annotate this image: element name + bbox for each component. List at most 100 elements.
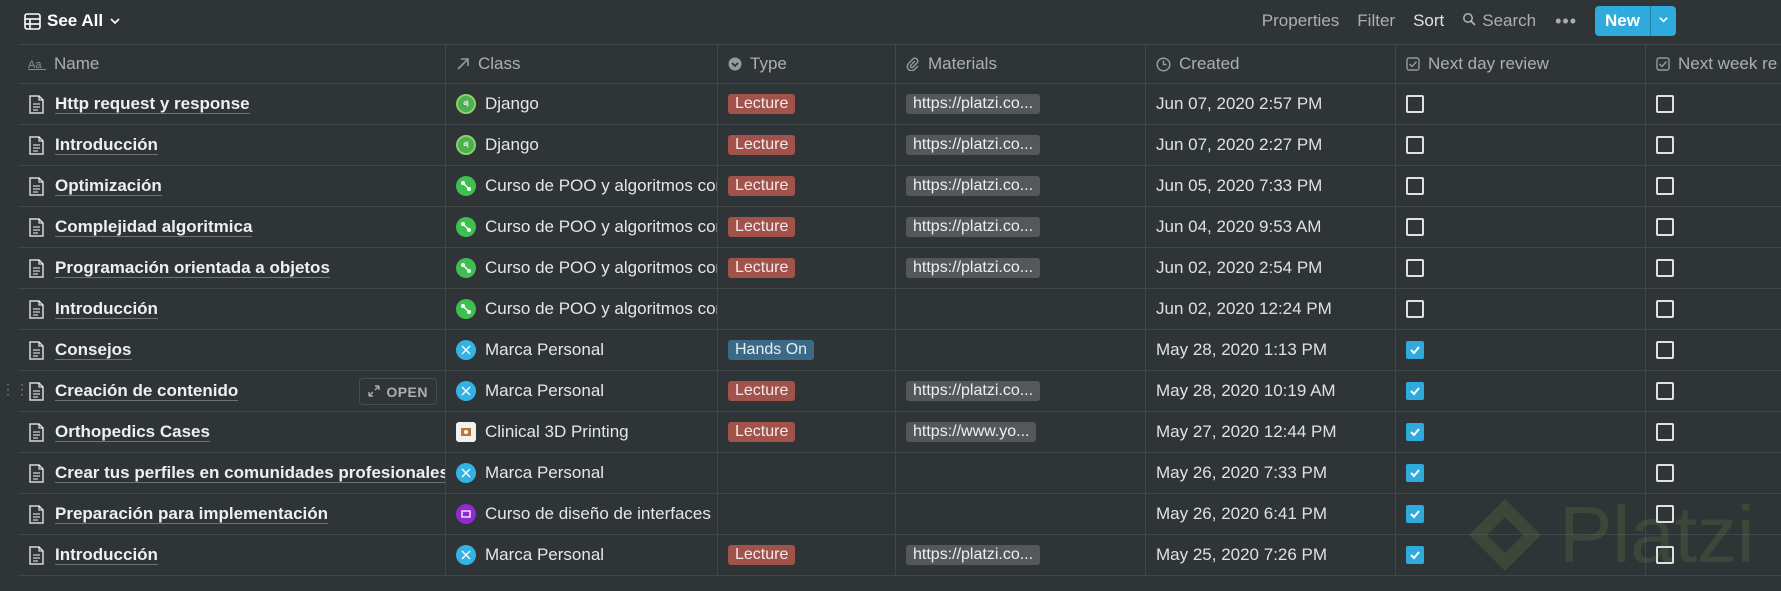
page-title-link[interactable]: Complejidad algoritmica [55, 217, 253, 237]
class-cell[interactable]: Marca Personal [446, 371, 718, 411]
next-day-review-cell[interactable] [1396, 330, 1646, 370]
next-week-review-cell[interactable] [1646, 330, 1781, 370]
open-page-button[interactable]: OPEN [359, 378, 437, 405]
materials-cell[interactable] [896, 494, 1146, 534]
next-day-review-cell[interactable] [1396, 248, 1646, 288]
next-day-review-checkbox[interactable] [1406, 464, 1424, 482]
type-cell[interactable] [718, 494, 896, 534]
name-cell[interactable]: Complejidad algoritmica [18, 207, 446, 247]
class-cell[interactable]: Curso de POO y algoritmos con [446, 166, 718, 206]
properties-button[interactable]: Properties [1253, 7, 1348, 35]
new-dropdown-button[interactable] [1650, 6, 1676, 36]
class-relation-link[interactable]: Curso de POO y algoritmos con [485, 299, 717, 319]
next-day-review-checkbox[interactable] [1406, 259, 1424, 277]
next-week-review-checkbox[interactable] [1656, 177, 1674, 195]
column-header-materials[interactable]: Materials [896, 45, 1146, 83]
next-day-review-cell[interactable] [1396, 371, 1646, 411]
next-day-review-checkbox[interactable] [1406, 177, 1424, 195]
new-button[interactable]: New [1595, 6, 1650, 36]
materials-cell[interactable] [896, 289, 1146, 329]
name-cell[interactable]: Introducción [18, 289, 446, 329]
materials-link[interactable]: https://platzi.co... [906, 94, 1041, 114]
sort-button[interactable]: Sort [1404, 7, 1453, 35]
more-options-button[interactable]: ••• [1545, 11, 1587, 32]
class-relation-link[interactable]: Curso de POO y algoritmos con [485, 258, 717, 278]
materials-cell[interactable]: https://platzi.co... [896, 535, 1146, 575]
name-cell[interactable]: Preparación para implementación [18, 494, 446, 534]
class-cell[interactable]: Marca Personal [446, 535, 718, 575]
table-row[interactable]: Complejidad algoritmica Curso de POO y a… [18, 207, 1781, 248]
table-row[interactable]: Consejos Marca Personal Hands On May 28,… [18, 330, 1781, 371]
class-cell[interactable]: Curso de diseño de interfaces [446, 494, 718, 534]
page-title-link[interactable]: Introducción [55, 545, 158, 565]
next-week-review-checkbox[interactable] [1656, 341, 1674, 359]
search-button[interactable]: Search [1453, 7, 1545, 35]
next-day-review-checkbox[interactable] [1406, 382, 1424, 400]
class-relation-link[interactable]: Marca Personal [485, 340, 604, 360]
next-week-review-checkbox[interactable] [1656, 259, 1674, 277]
materials-cell[interactable]: https://platzi.co... [896, 207, 1146, 247]
type-cell[interactable]: Lecture [718, 535, 896, 575]
next-week-review-cell[interactable] [1646, 166, 1781, 206]
name-cell[interactable]: Programación orientada a objetos [18, 248, 446, 288]
next-week-review-cell[interactable] [1646, 371, 1781, 411]
next-day-review-cell[interactable] [1396, 84, 1646, 124]
type-cell[interactable]: Lecture [718, 248, 896, 288]
table-row[interactable]: Optimización Curso de POO y algoritmos c… [18, 166, 1781, 207]
materials-link[interactable]: https://platzi.co... [906, 135, 1041, 155]
class-relation-link[interactable]: Django [485, 94, 539, 114]
next-week-review-checkbox[interactable] [1656, 95, 1674, 113]
name-cell[interactable]: Creación de contenido OPEN [18, 371, 446, 411]
page-title-link[interactable]: Orthopedics Cases [55, 422, 210, 442]
materials-cell[interactable]: https://platzi.co... [896, 125, 1146, 165]
next-week-review-cell[interactable] [1646, 207, 1781, 247]
materials-link[interactable]: https://www.yo... [906, 422, 1037, 442]
class-cell[interactable]: Marca Personal [446, 330, 718, 370]
next-day-review-checkbox[interactable] [1406, 218, 1424, 236]
class-cell[interactable]: Clinical 3D Printing [446, 412, 718, 452]
view-switcher[interactable]: See All [24, 7, 121, 35]
name-cell[interactable]: Introducción [18, 535, 446, 575]
class-relation-link[interactable]: Django [485, 135, 539, 155]
class-cell[interactable]: Curso de POO y algoritmos con [446, 207, 718, 247]
class-relation-link[interactable]: Curso de diseño de interfaces [485, 504, 711, 524]
type-cell[interactable] [718, 453, 896, 493]
materials-link[interactable]: https://platzi.co... [906, 217, 1041, 237]
type-cell[interactable]: Lecture [718, 125, 896, 165]
page-title-link[interactable]: Introducción [55, 299, 158, 319]
filter-button[interactable]: Filter [1348, 7, 1404, 35]
class-cell[interactable]: Curso de POO y algoritmos con [446, 289, 718, 329]
class-relation-link[interactable]: Marca Personal [485, 463, 604, 483]
class-relation-link[interactable]: Clinical 3D Printing [485, 422, 629, 442]
materials-link[interactable]: https://platzi.co... [906, 545, 1041, 565]
table-row[interactable]: Programación orientada a objetos Curso d… [18, 248, 1781, 289]
next-day-review-checkbox[interactable] [1406, 546, 1424, 564]
column-header-created[interactable]: Created [1146, 45, 1396, 83]
next-day-review-checkbox[interactable] [1406, 95, 1424, 113]
next-day-review-checkbox[interactable] [1406, 505, 1424, 523]
next-day-review-checkbox[interactable] [1406, 341, 1424, 359]
next-week-review-cell[interactable] [1646, 289, 1781, 329]
next-day-review-cell[interactable] [1396, 289, 1646, 329]
type-cell[interactable]: Lecture [718, 166, 896, 206]
next-day-review-cell[interactable] [1396, 207, 1646, 247]
page-title-link[interactable]: Preparación para implementación [55, 504, 329, 524]
class-relation-link[interactable]: Curso de POO y algoritmos con [485, 217, 717, 237]
materials-link[interactable]: https://platzi.co... [906, 176, 1041, 196]
column-header-next-week-review[interactable]: Next week re [1646, 45, 1781, 83]
name-cell[interactable]: Crear tus perfiles en comunidades profes… [18, 453, 446, 493]
next-week-review-cell[interactable] [1646, 84, 1781, 124]
materials-link[interactable]: https://platzi.co... [906, 381, 1041, 401]
materials-cell[interactable]: https://platzi.co... [896, 84, 1146, 124]
table-row[interactable]: Creación de contenido OPEN Marca Persona… [18, 371, 1781, 412]
next-week-review-cell[interactable] [1646, 412, 1781, 452]
name-cell[interactable]: Consejos [18, 330, 446, 370]
type-cell[interactable] [718, 289, 896, 329]
materials-cell[interactable] [896, 453, 1146, 493]
next-day-review-cell[interactable] [1396, 412, 1646, 452]
name-cell[interactable]: Introducción [18, 125, 446, 165]
column-header-class[interactable]: Class [446, 45, 718, 83]
materials-link[interactable]: https://platzi.co... [906, 258, 1041, 278]
type-cell[interactable]: Lecture [718, 84, 896, 124]
page-title-link[interactable]: Crear tus perfiles en comunidades profes… [55, 463, 445, 483]
